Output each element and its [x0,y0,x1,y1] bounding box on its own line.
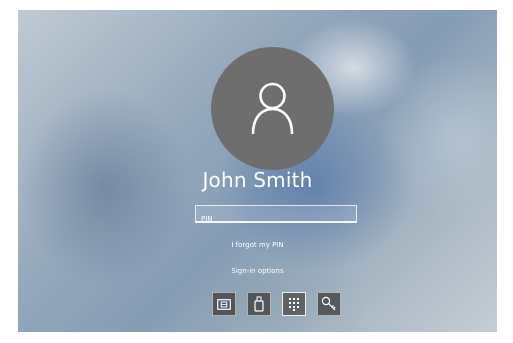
security-key-option-button[interactable] [247,292,271,316]
forgot-pin-link[interactable]: I forgot my PIN [231,241,283,249]
signin-options-row: Sign-in options [18,267,497,275]
user-avatar [211,47,334,170]
password-option-button[interactable] [317,292,341,316]
smartcard-option-button[interactable] [212,292,236,316]
pin-input[interactable] [196,211,356,227]
security-key-icon [254,296,264,312]
user-name: John Smith [202,168,313,192]
password-key-icon [321,296,336,311]
user-icon [251,82,294,135]
signin-options-link[interactable]: Sign-in options [231,267,283,275]
lock-screen: John Smith I forgot my PIN Sign-in optio… [18,10,497,332]
smartcard-icon [217,298,231,310]
forgot-pin-row: I forgot my PIN [18,241,497,249]
pin-option-button[interactable] [282,292,306,316]
signin-methods-bar [18,292,497,318]
pin-field[interactable] [195,205,357,227]
pin-keypad-icon [289,298,299,311]
